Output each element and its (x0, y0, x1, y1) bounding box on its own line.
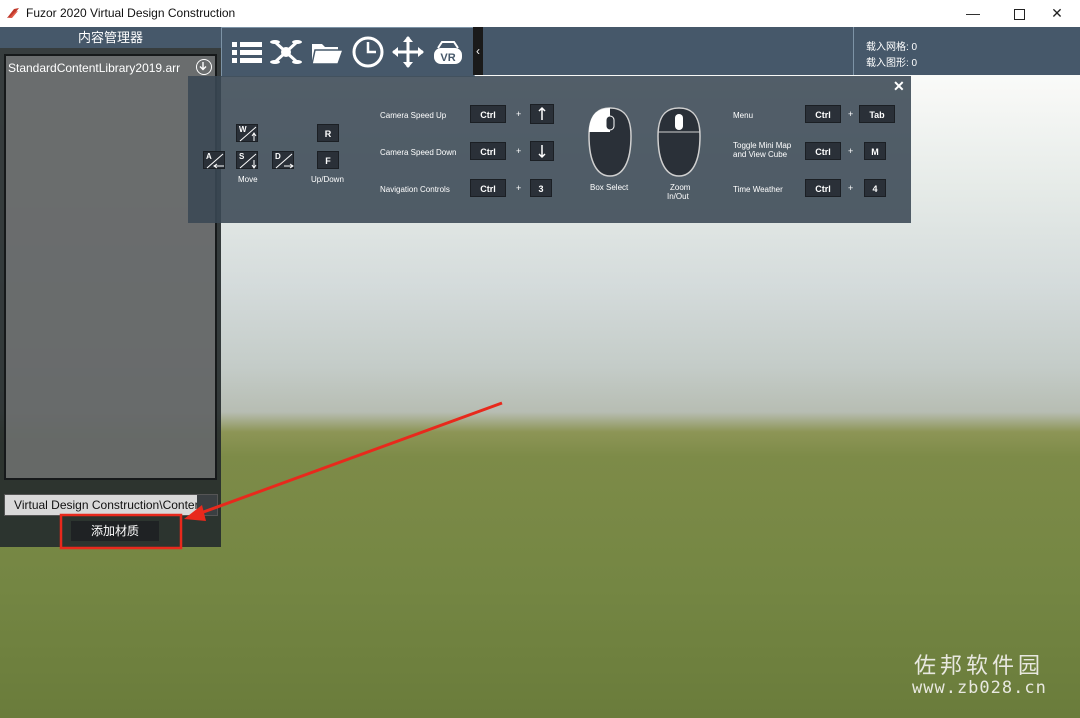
highlight-box (59, 513, 183, 550)
watermark-text: 佐邦软件园 (914, 654, 1045, 679)
watermark-url: www.zb028.cn (912, 678, 1047, 698)
annotation-overlay (59, 401, 503, 550)
annotation-arrowhead-icon (184, 505, 206, 521)
annotation-arrow-line (197, 401, 503, 516)
